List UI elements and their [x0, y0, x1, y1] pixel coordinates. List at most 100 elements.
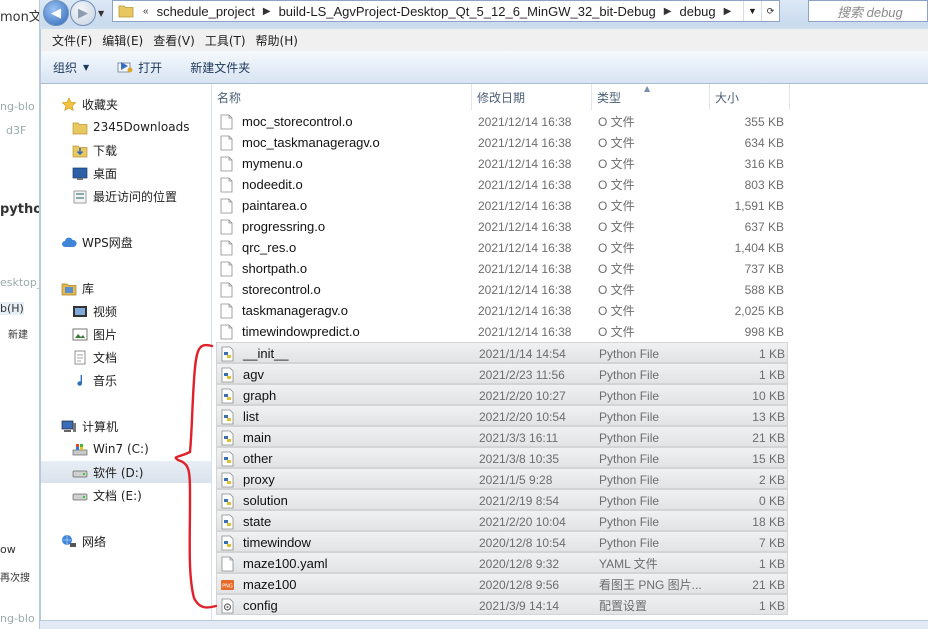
- python-file-icon: [221, 472, 234, 487]
- file-name-cell: shortpath.o: [220, 258, 307, 279]
- chevron-right-icon[interactable]: ▶: [259, 6, 275, 17]
- nav-item-music[interactable]: 音乐: [41, 369, 211, 391]
- file-name: storecontrol.o: [242, 282, 321, 297]
- file-type: Python File: [599, 493, 660, 508]
- file-row[interactable]: proxy 2021/1/5 9:28 Python File 2 KB: [216, 468, 788, 489]
- breadcrumb-item[interactable]: build-LS_AgvProject-Desktop_Qt_5_12_6_Mi…: [275, 4, 660, 19]
- column-header-date[interactable]: 修改日期: [472, 84, 592, 110]
- file-name: mymenu.o: [242, 156, 303, 171]
- nav-item-pictures[interactable]: 图片: [41, 323, 211, 345]
- nav-item-drive-c[interactable]: Win7 (C:): [41, 438, 211, 460]
- nav-label: 文档: [93, 350, 118, 365]
- back-button[interactable]: ◀: [43, 0, 69, 26]
- file-date: 2021/12/14 16:38: [478, 324, 572, 339]
- file-row[interactable]: state 2021/2/20 10:04 Python File 18 KB: [216, 510, 788, 531]
- file-row[interactable]: moc_taskmanageragv.o 2021/12/14 16:38 O …: [216, 132, 788, 153]
- nav-libraries[interactable]: 库: [41, 277, 211, 299]
- file-row[interactable]: progressring.o 2021/12/14 16:38 O 文件 637…: [216, 216, 788, 237]
- python-file-icon: [221, 367, 234, 382]
- nav-item-drive-e[interactable]: 文档 (E:): [41, 484, 211, 506]
- file-date: 2021/1/5 9:28: [479, 472, 553, 487]
- column-header-name[interactable]: 名称: [212, 84, 472, 110]
- new-folder-button[interactable]: 新建文件夹: [190, 59, 250, 76]
- file-name: maze100.yaml: [243, 556, 328, 571]
- file-size: 0 KB: [758, 493, 785, 508]
- file-name: moc_taskmanageragv.o: [242, 135, 380, 150]
- file-row[interactable]: agv 2021/2/23 11:56 Python File 1 KB: [216, 363, 788, 384]
- file-name: graph: [243, 388, 277, 403]
- file-name: state: [243, 514, 272, 529]
- column-header-size[interactable]: 大小: [710, 84, 790, 110]
- file-size: 15 KB: [752, 451, 785, 466]
- nav-item-2345downloads[interactable]: 2345Downloads: [41, 116, 211, 138]
- nav-item-downloads[interactable]: 下载: [41, 139, 211, 161]
- nav-wps-cloud[interactable]: WPS网盘: [41, 231, 211, 253]
- file-row[interactable]: graph 2021/2/20 10:27 Python File 10 KB: [216, 384, 788, 405]
- breadcrumb-item[interactable]: debug: [675, 4, 719, 19]
- file-row[interactable]: timewindowpredict.o 2021/12/14 16:38 O 文…: [216, 321, 788, 342]
- nav-label: WPS网盘: [82, 235, 133, 250]
- chevron-right-icon[interactable]: ▶: [720, 6, 736, 17]
- file-name-cell: mymenu.o: [220, 153, 303, 174]
- file-name-cell: state: [221, 511, 271, 532]
- file-row[interactable]: nodeedit.o 2021/12/14 16:38 O 文件 803 KB: [216, 174, 788, 195]
- file-row[interactable]: maze100.yaml 2020/12/8 9:32 YAML 文件 1 KB: [216, 552, 788, 573]
- file-name-cell: agv: [221, 364, 264, 385]
- file-row[interactable]: PNG maze100 2020/12/8 9:56 看图王 PNG 图片...…: [216, 573, 788, 594]
- menu-help[interactable]: 帮助(H): [251, 32, 303, 49]
- nav-label: Win7 (C:): [93, 442, 149, 456]
- file-row[interactable]: main 2021/3/3 16:11 Python File 21 KB: [216, 426, 788, 447]
- file-name: __init__: [243, 346, 289, 361]
- file-row[interactable]: shortpath.o 2021/12/14 16:38 O 文件 737 KB: [216, 258, 788, 279]
- nav-item-documents[interactable]: 文档: [41, 346, 211, 368]
- breadcrumb-overflow[interactable]: «: [139, 6, 153, 17]
- file-size: 21 KB: [752, 577, 785, 592]
- chevron-right-icon[interactable]: ▶: [660, 6, 676, 17]
- nav-computer[interactable]: 计算机: [41, 415, 211, 437]
- file-name-cell: moc_taskmanageragv.o: [220, 132, 380, 153]
- search-input[interactable]: 搜索 debug: [808, 0, 928, 22]
- file-row[interactable]: qrc_res.o 2021/12/14 16:38 O 文件 1,404 KB: [216, 237, 788, 258]
- file-size: 7 KB: [758, 535, 785, 550]
- file-row[interactable]: other 2021/3/8 10:35 Python File 15 KB: [216, 447, 788, 468]
- address-bar[interactable]: « schedule_project ▶ build-LS_AgvProject…: [112, 0, 780, 22]
- file-row[interactable]: timewindow 2020/12/8 10:54 Python File 7…: [216, 531, 788, 552]
- file-row[interactable]: paintarea.o 2021/12/14 16:38 O 文件 1,591 …: [216, 195, 788, 216]
- file-row[interactable]: list 2021/2/20 10:54 Python File 13 KB: [216, 405, 788, 426]
- nav-network[interactable]: 网络: [41, 530, 211, 552]
- nav-item-videos[interactable]: 视频: [41, 300, 211, 322]
- nav-item-recent-places[interactable]: 最近访问的位置: [41, 185, 211, 207]
- refresh-icon[interactable]: ⟳: [761, 1, 779, 21]
- file-row[interactable]: taskmanageragv.o 2021/12/14 16:38 O 文件 2…: [216, 300, 788, 321]
- file-name-cell: storecontrol.o: [220, 279, 321, 300]
- open-icon: [117, 62, 133, 73]
- nav-item-desktop[interactable]: 桌面: [41, 162, 211, 184]
- forward-button[interactable]: ▶: [70, 0, 96, 26]
- file-row[interactable]: moc_storecontrol.o 2021/12/14 16:38 O 文件…: [216, 111, 788, 132]
- file-size: 1 KB: [758, 598, 785, 613]
- column-header-type[interactable]: 类型: [592, 84, 710, 110]
- folder-icon: [72, 122, 88, 134]
- bg-fragment: b(H): [0, 302, 24, 315]
- nav-item-drive-d[interactable]: 软件 (D:): [41, 461, 211, 483]
- file-type: O 文件: [598, 115, 635, 129]
- file-name: taskmanageragv.o: [242, 303, 348, 318]
- address-history-dropdown[interactable]: ▼: [743, 1, 761, 21]
- menu-view[interactable]: 查看(V): [148, 32, 200, 49]
- file-row[interactable]: config 2021/3/9 14:14 配置设置 1 KB: [216, 594, 788, 615]
- organize-button[interactable]: 组织 ▼: [53, 59, 89, 76]
- file-row[interactable]: storecontrol.o 2021/12/14 16:38 O 文件 588…: [216, 279, 788, 300]
- menu-file[interactable]: 文件(F): [47, 32, 97, 49]
- file-type: O 文件: [598, 241, 635, 255]
- menu-edit[interactable]: 编辑(E): [97, 32, 148, 49]
- file-date: 2021/12/14 16:38: [478, 303, 572, 318]
- file-row[interactable]: __init__ 2021/1/14 14:54 Python File 1 K…: [216, 342, 788, 363]
- menu-tools[interactable]: 工具(T): [200, 32, 251, 49]
- breadcrumb-item[interactable]: schedule_project: [153, 4, 259, 19]
- file-date: 2021/12/14 16:38: [478, 198, 572, 213]
- nav-favorites[interactable]: 收藏夹: [41, 93, 211, 115]
- recent-pages-dropdown[interactable]: ▼: [98, 9, 104, 18]
- file-row[interactable]: mymenu.o 2021/12/14 16:38 O 文件 316 KB: [216, 153, 788, 174]
- open-button[interactable]: 打开: [117, 59, 162, 76]
- file-row[interactable]: solution 2021/2/19 8:54 Python File 0 KB: [216, 489, 788, 510]
